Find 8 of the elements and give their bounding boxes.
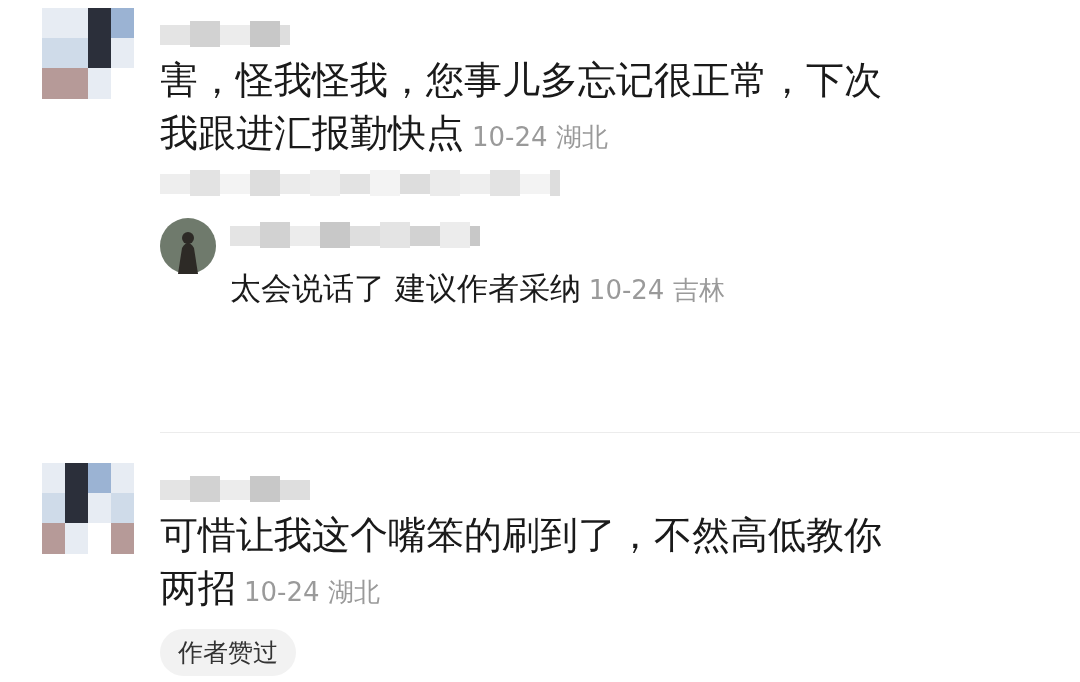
reply-text: 太会说话了 建议作者采纳 10-24 吉林 bbox=[230, 269, 725, 308]
reply-meta: 10-24 吉林 bbox=[588, 275, 725, 305]
author-liked-badge: 作者赞过 bbox=[160, 629, 296, 676]
comment-meta: 10-24 湖北 bbox=[472, 122, 608, 152]
avatar-icon bbox=[160, 218, 216, 274]
comment-text: 害，怪我怪我，您事儿多忘记很正常，下次我跟进汇报勤快点 10-24 湖北 bbox=[160, 57, 883, 157]
comment-meta: 10-24 湖北 bbox=[244, 577, 380, 607]
comment-text: 可惜让我这个嘴笨的刷到了，不然高低教你两招 10-24 湖北 bbox=[160, 512, 883, 612]
